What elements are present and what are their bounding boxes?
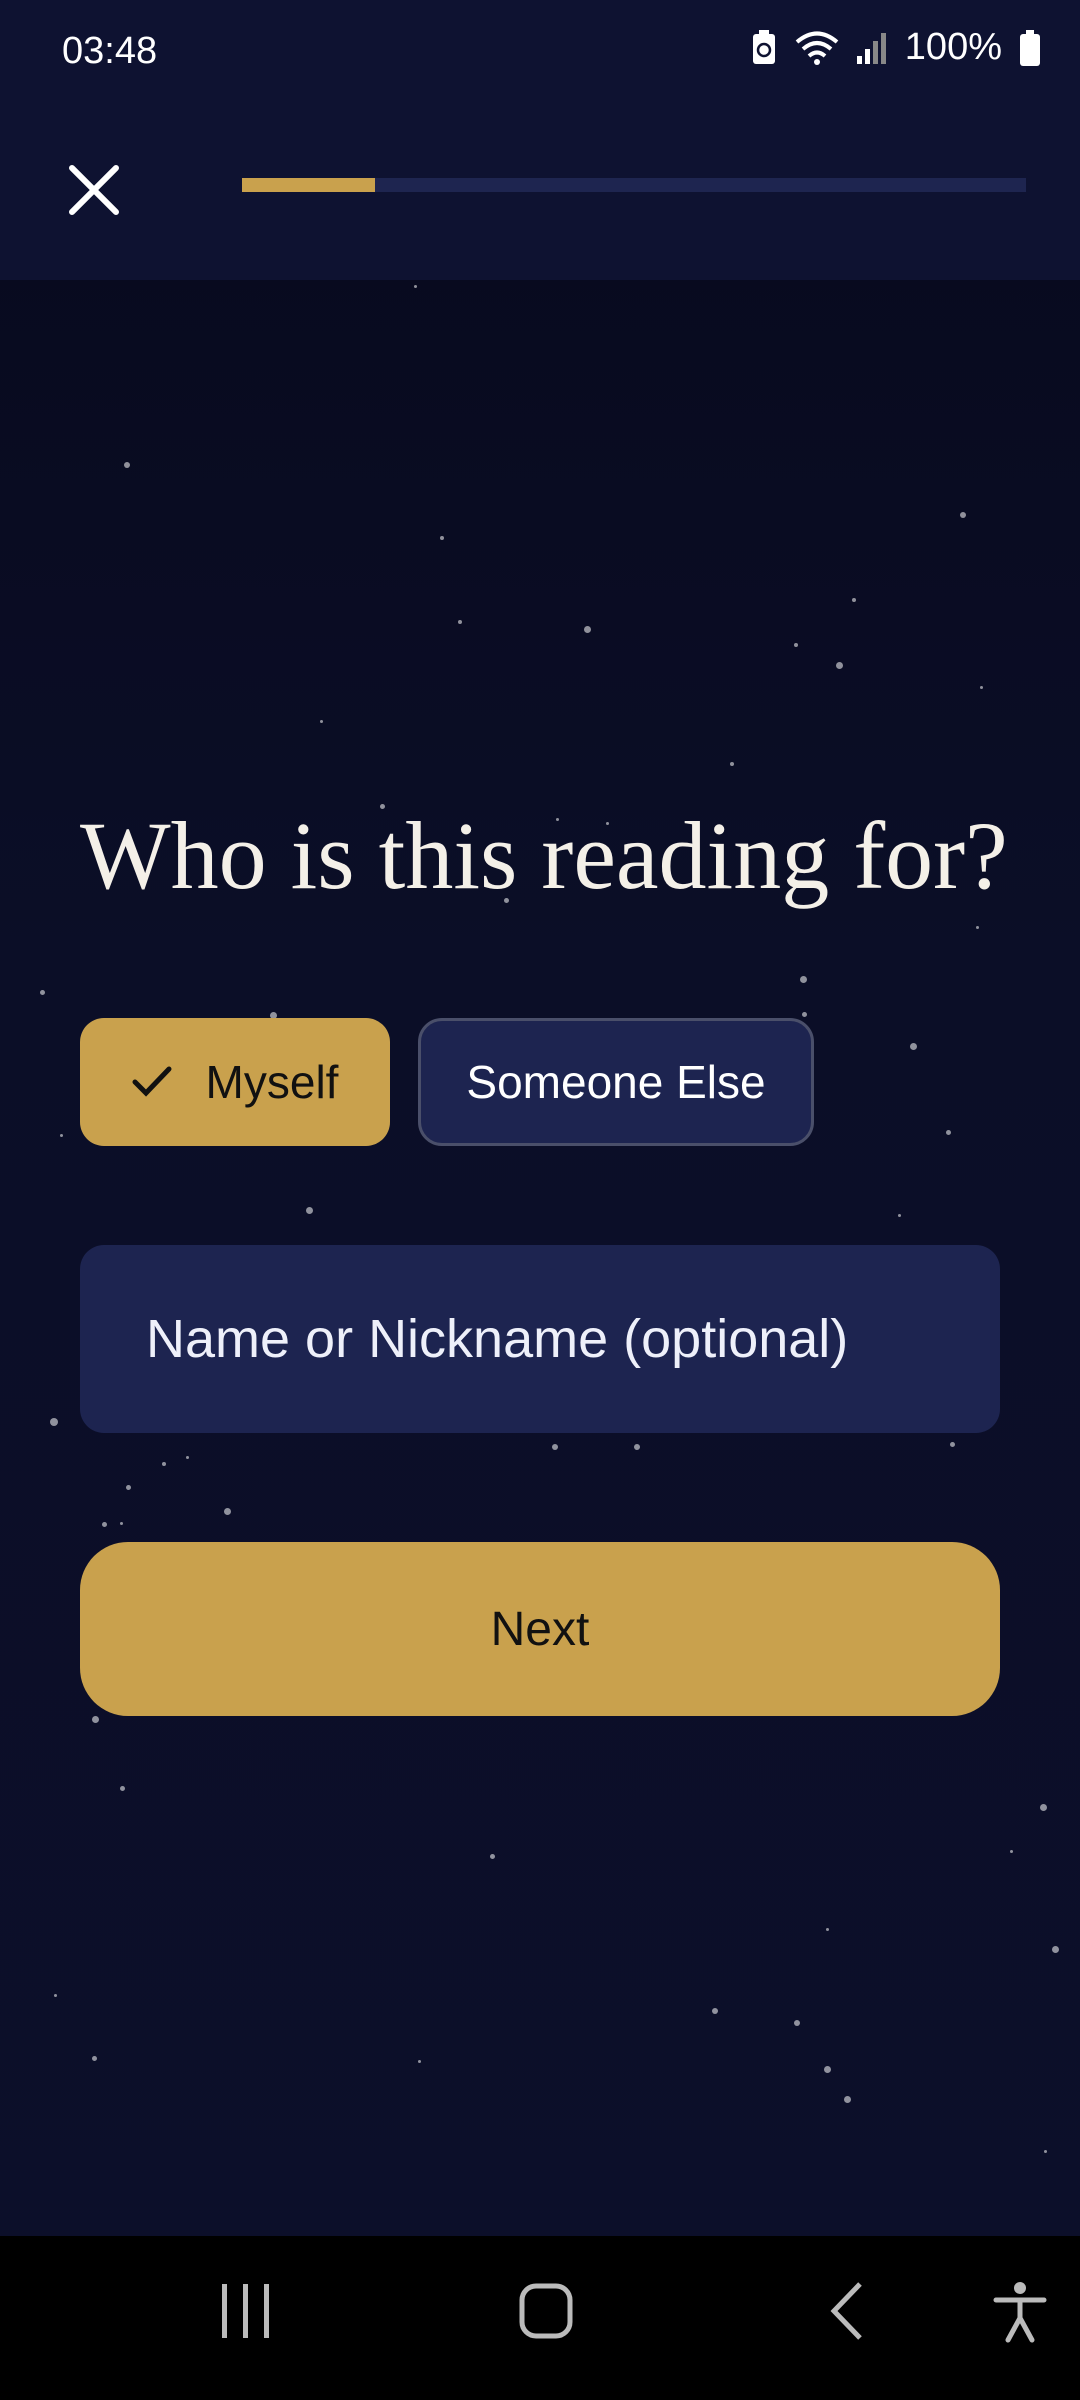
star (824, 2066, 831, 2073)
recent-apps-icon (218, 2284, 274, 2346)
status-time: 03:48 (62, 30, 158, 72)
star (120, 1522, 123, 1525)
star (186, 1456, 189, 1459)
star (162, 1462, 166, 1466)
star (552, 1444, 558, 1450)
star (224, 1508, 231, 1515)
star (1044, 2150, 1047, 2153)
star (102, 1522, 107, 1527)
star (40, 990, 45, 995)
star (490, 1854, 495, 1859)
star (92, 2056, 97, 2061)
recent-apps-button[interactable] (218, 2280, 274, 2347)
name-input[interactable] (80, 1245, 1000, 1433)
status-bar: 03:48 100% (0, 0, 1080, 110)
star (584, 626, 591, 633)
star (126, 1485, 131, 1490)
option-someone-else[interactable]: Someone Else (418, 1018, 814, 1146)
home-button[interactable] (516, 2280, 576, 2347)
top-header (0, 110, 1080, 280)
star (794, 2020, 800, 2026)
star (910, 1043, 917, 1050)
signal-icon (856, 32, 887, 64)
star (54, 1994, 57, 1997)
wifi-icon (795, 31, 839, 65)
accessibility-icon (990, 2282, 1050, 2348)
option-myself[interactable]: Myself (80, 1018, 390, 1146)
star (800, 976, 807, 983)
option-myself-label: Myself (205, 1056, 339, 1108)
star (802, 1012, 807, 1017)
star (440, 536, 444, 540)
star (634, 1444, 640, 1450)
next-button-label: Next (490, 1602, 590, 1656)
star (950, 1442, 955, 1447)
star (794, 643, 798, 647)
star (414, 285, 417, 288)
star (980, 686, 983, 689)
star (960, 512, 966, 518)
star (60, 1134, 63, 1137)
star (1040, 1804, 1047, 1811)
star (418, 2060, 421, 2063)
home-icon (516, 2283, 576, 2346)
star (1052, 1946, 1059, 1953)
star (92, 1716, 99, 1723)
app-screen: 03:48 100% Who is this reading for? Myse… (0, 0, 1080, 2400)
star (712, 2008, 718, 2014)
star (976, 926, 979, 929)
close-button[interactable] (64, 160, 124, 220)
star (844, 2096, 851, 2103)
star (120, 1786, 125, 1791)
check-icon (132, 1055, 172, 1109)
back-button[interactable] (826, 2280, 866, 2347)
question-title: Who is this reading for? (80, 802, 1008, 909)
back-icon (826, 2282, 866, 2346)
system-nav-bar (0, 2236, 1080, 2400)
star (730, 762, 734, 766)
star (836, 662, 843, 669)
battery-saver-icon (751, 29, 777, 66)
star (898, 1214, 901, 1217)
progress-fill (242, 178, 376, 192)
star (826, 1928, 829, 1931)
status-icons: 100% (751, 26, 1040, 69)
close-icon (64, 165, 124, 224)
battery-percent: 100% (904, 26, 1002, 68)
star (852, 598, 856, 602)
next-button[interactable]: Next (80, 1542, 1000, 1716)
star (946, 1130, 951, 1135)
star (320, 720, 323, 723)
battery-icon (1020, 29, 1040, 66)
progress-bar (242, 178, 1026, 192)
star (124, 462, 130, 468)
star (50, 1418, 58, 1426)
star (1010, 1850, 1013, 1853)
accessibility-button[interactable] (990, 2280, 1050, 2349)
star (306, 1207, 313, 1214)
star (458, 620, 462, 624)
option-someone-else-label: Someone Else (466, 1056, 766, 1108)
